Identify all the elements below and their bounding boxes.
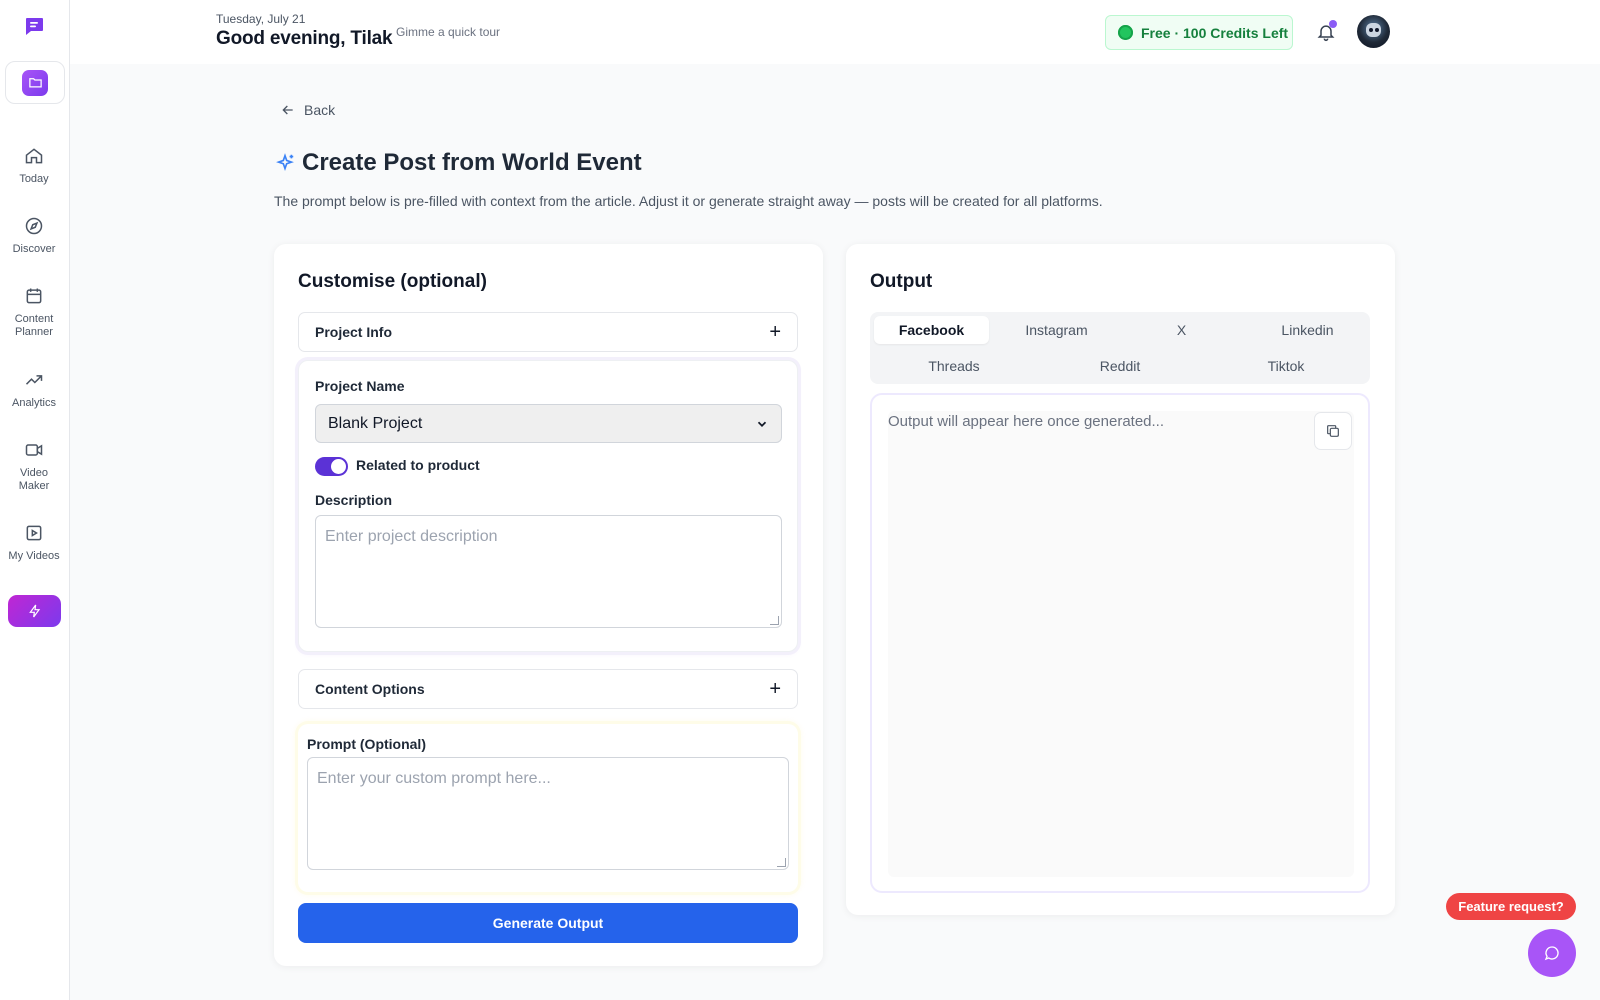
prompt-panel: Prompt (Optional) Enter your custom prom… [298,724,798,892]
description-placeholder: Enter project description [325,528,498,545]
trending-up-icon [25,375,43,385]
play-square-icon [26,525,42,541]
sidebar-item-label: Video Maker [18,467,50,492]
back-label: Back [304,102,336,118]
customise-title: Customise (optional) [298,271,487,292]
output-card: Output Facebook Instagram X Linkedin Thr… [846,244,1395,915]
project-name-select[interactable]: Blank Project [315,404,782,443]
sidebar-item-label: Today [19,173,49,185]
output-placeholder: Output will appear here once generated..… [888,413,1165,430]
platform-tabs: Facebook Instagram X Linkedin Threads Re… [870,312,1370,384]
plus-icon: + [769,320,781,343]
chat-bubble-icon [1544,946,1559,961]
copy-icon [1327,425,1339,437]
project-info-panel: Project Name Blank Project Related to pr… [298,360,798,652]
sidebar-item-today[interactable]: Today [0,146,68,186]
related-to-product-label: Related to product [356,457,480,473]
sidebar-item-content-planner[interactable]: Content Planner [0,286,68,339]
status-dot-icon [1118,25,1133,40]
tab-linkedin[interactable]: Linkedin [1249,316,1366,344]
copy-button[interactable] [1314,412,1352,450]
credits-badge[interactable]: Free · 100 Credits Left [1105,15,1293,50]
compass-icon [25,217,43,235]
resize-handle[interactable] [777,858,786,867]
video-icon [25,444,43,456]
chevron-down-icon [757,421,767,427]
credits-label: Free · 100 Credits Left [1141,24,1289,41]
description-field[interactable]: Enter project description [315,515,782,628]
related-to-product-toggle[interactable] [315,457,348,476]
content-options-accordion[interactable]: Content Options + [298,669,798,709]
sidebar-item-my-videos[interactable]: My Videos [0,523,68,563]
arrow-left-icon [282,105,293,115]
sidebar-item-label: Content Planner [14,313,54,338]
prompt-field[interactable]: Enter your custom prompt here... [307,757,789,870]
notification-badge [1329,20,1337,28]
chat-logo-icon[interactable] [22,14,46,38]
output-area[interactable] [888,411,1354,877]
select-value: Blank Project [328,414,423,432]
sidebar-item-label: My Videos [8,550,60,562]
sidebar-item-analytics[interactable]: Analytics [0,370,68,410]
upgrade-button[interactable] [8,595,61,627]
avatar[interactable] [1357,15,1390,48]
tab-facebook[interactable]: Facebook [874,316,989,344]
output-title: Output [870,271,933,292]
tab-reddit[interactable]: Reddit [1040,352,1200,380]
calendar-icon [26,288,42,304]
prompt-placeholder: Enter your custom prompt here... [317,770,551,787]
generate-output-button[interactable]: Generate Output [298,903,798,943]
sidebar-item-label: Discover [12,243,56,255]
sidebar-item-video-maker[interactable]: Video Maker [0,440,68,493]
sparkles-icon [276,153,294,172]
page-title-text: Create Post from World Event [302,149,642,176]
chat-launcher-button[interactable] [1528,929,1576,977]
home-icon [25,148,43,164]
sidebar: Today Discover Content Planner Analytics… [0,0,70,1000]
customise-card: Customise (optional) Project Info + Proj… [274,244,823,966]
top-header: Tuesday, July 21 Good evening, Tilak Gim… [70,0,1600,64]
accordion-label: Project Info [315,324,393,340]
bolt-icon [28,604,40,618]
page-title: Create Post from World Event [274,149,642,177]
project-name-label: Project Name [315,378,405,394]
bell-icon[interactable] [1316,20,1337,42]
quick-tour-link[interactable]: Gimme a quick tour [396,25,500,39]
tab-instagram[interactable]: Instagram [999,316,1114,344]
project-switcher-button[interactable] [5,61,65,104]
tab-tiktok[interactable]: Tiktok [1206,352,1366,380]
project-info-accordion[interactable]: Project Info + [298,312,798,352]
accordion-label: Content Options [315,681,425,697]
tab-threads[interactable]: Threads [874,352,1034,380]
resize-handle[interactable] [770,616,779,625]
output-panel: Output will appear here once generated..… [870,393,1370,893]
description-label: Description [315,492,393,508]
page-subtitle: The prompt below is pre-filled with cont… [274,193,1103,209]
folder-icon [22,69,48,96]
current-date: Tuesday, July 21 [216,12,306,26]
sidebar-item-label: Analytics [11,397,57,409]
feature-request-button[interactable]: Feature request? [1446,893,1576,920]
prompt-label: Prompt (Optional) [307,736,426,752]
plus-icon: + [769,677,781,700]
tab-x[interactable]: X [1124,316,1239,344]
sidebar-item-discover[interactable]: Discover [0,216,68,256]
greeting: Good evening, Tilak [216,28,393,49]
back-button[interactable]: Back [280,102,335,118]
